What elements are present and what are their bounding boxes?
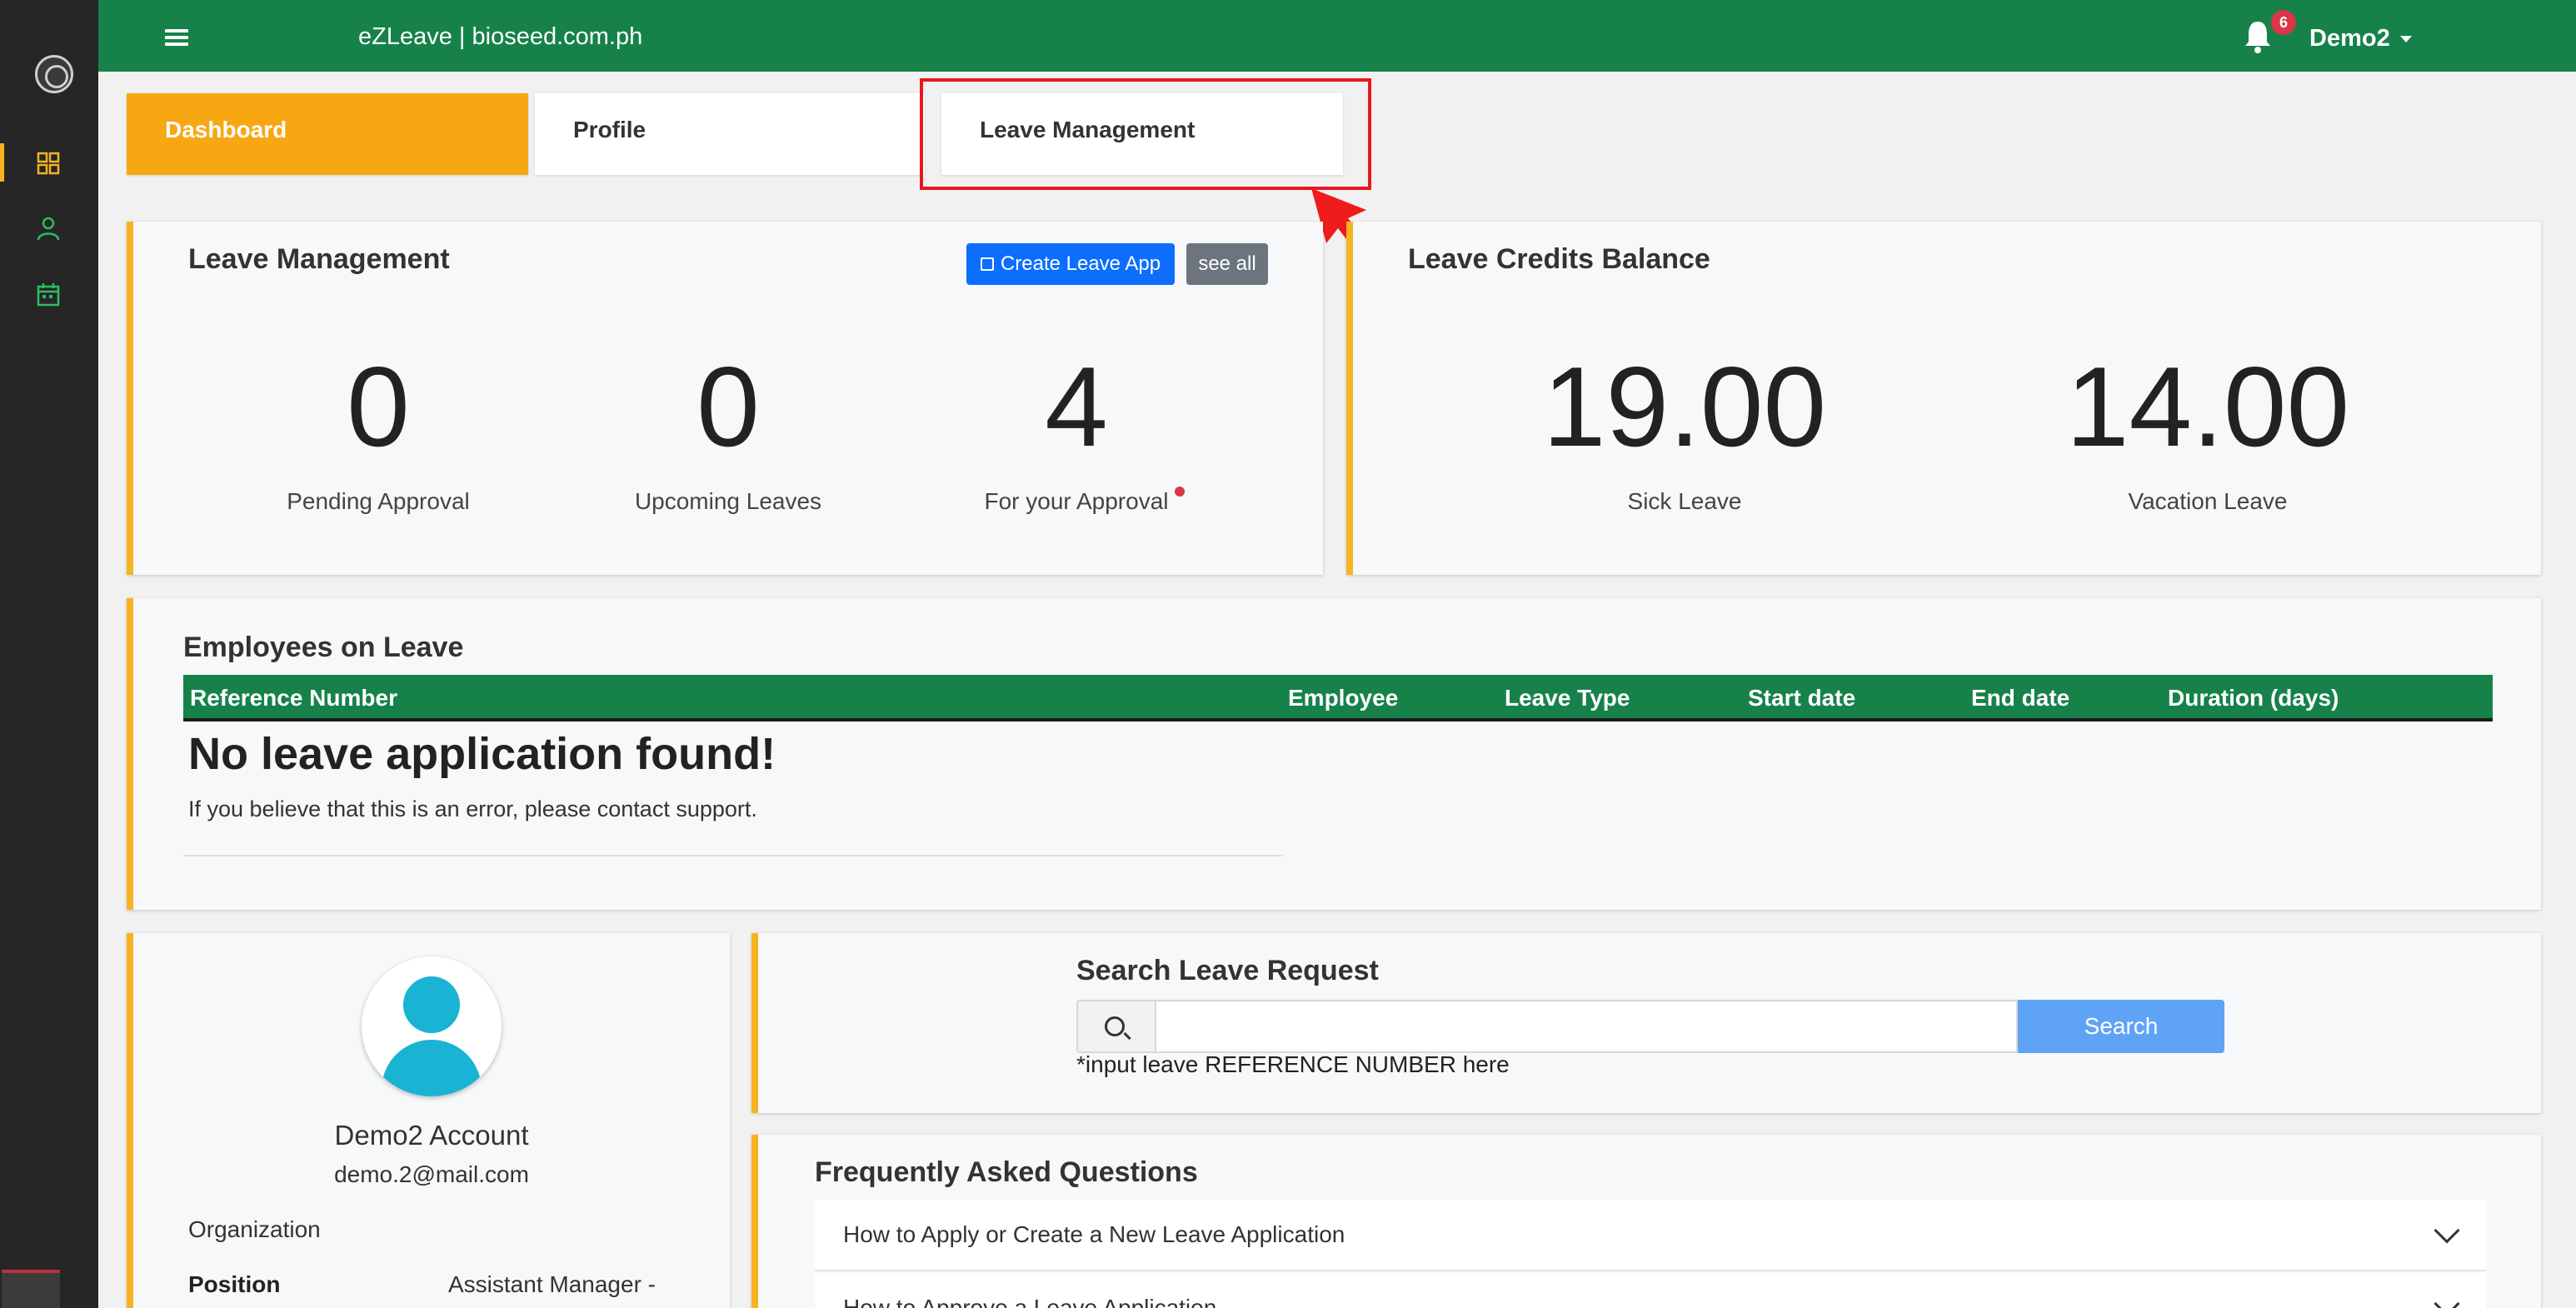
tab-dashboard[interactable]: Dashboard	[127, 93, 528, 175]
upcoming-leaves-label: Upcoming Leaves	[634, 488, 822, 514]
calendar-plus-icon	[980, 257, 994, 271]
table-header: Reference Number Employee Leave Type Sta…	[183, 675, 2493, 721]
for-your-approval-label[interactable]: For your Approval	[910, 488, 1243, 515]
magnifier-icon	[1076, 1000, 1155, 1053]
profile-name: Demo2 Account	[334, 1120, 529, 1151]
column-employee: Employee	[1288, 685, 1399, 711]
company-logo[interactable]	[35, 55, 73, 93]
column-duration: Duration (days)	[2168, 685, 2339, 711]
search-input[interactable]	[1155, 1000, 2018, 1053]
approval-alert-dot	[1175, 487, 1185, 497]
hamburger-icon[interactable]	[165, 29, 188, 46]
sick-leave-label: Sick Leave	[1627, 488, 1742, 514]
empty-state-title: No leave application found!	[188, 729, 776, 779]
pending-approval-label: Pending Approval	[287, 488, 470, 514]
vacation-leave-label: Vacation Leave	[2128, 488, 2288, 514]
top-navbar: eZLeave | bioseed.com.ph	[98, 0, 2576, 72]
search-title: Search Leave Request	[1076, 955, 1379, 986]
active-indicator	[0, 143, 4, 182]
faq-title: Frequently Asked Questions	[815, 1156, 1198, 1188]
user-name: Demo2	[2309, 25, 2390, 52]
chevron-down-icon	[2434, 1217, 2460, 1244]
search-group: Search	[1076, 1000, 2224, 1053]
calendar-icon[interactable]	[33, 280, 63, 310]
for-your-approval-count[interactable]: 4	[910, 350, 1243, 463]
pending-approval-count: 0	[347, 343, 410, 470]
leave-credits-title: Leave Credits Balance	[1408, 243, 1710, 275]
create-leave-app-button[interactable]: Create Leave App	[966, 243, 1175, 285]
faq-item[interactable]: How to Approve a Leave Application	[815, 1273, 2486, 1308]
app-title: eZLeave | bioseed.com.ph	[358, 23, 643, 50]
user-menu[interactable]: Demo2	[2309, 25, 2412, 52]
search-button[interactable]: Search	[2018, 1000, 2224, 1053]
position-label: Position	[188, 1271, 281, 1297]
left-sidebar	[0, 0, 98, 1308]
caret-down-icon	[2399, 36, 2412, 43]
framework-logo-icon	[2, 1270, 60, 1308]
bell-icon[interactable]	[2241, 18, 2274, 55]
organization-label: Organization	[188, 1216, 321, 1242]
empty-state-message: If you believe that this is an error, pl…	[188, 796, 757, 821]
faq-item[interactable]: How to Apply or Create a New Leave Appli…	[815, 1200, 2486, 1271]
employees-on-leave-title: Employees on Leave	[183, 632, 464, 663]
annotation-highlight-box	[920, 78, 1371, 190]
column-end-date: End date	[1971, 685, 2070, 711]
profile-email: demo.2@mail.com	[334, 1161, 529, 1187]
user-icon[interactable]	[33, 213, 63, 243]
upcoming-leaves-count: 0	[696, 343, 760, 470]
avatar	[362, 956, 502, 1096]
faq-question: How to Apply or Create a New Leave Appli…	[843, 1221, 1345, 1247]
sick-leave-balance: 19.00	[1542, 343, 1827, 470]
position-value: Assistant Manager -	[448, 1271, 656, 1297]
column-start-date: Start date	[1748, 685, 1856, 711]
create-leave-app-label: Create Leave App	[1000, 252, 1161, 275]
faq-question: How to Approve a Leave Application	[843, 1295, 1217, 1308]
column-reference-number: Reference Number	[190, 685, 397, 711]
leave-management-title: Leave Management	[188, 243, 450, 275]
dashboard-grid-icon[interactable]	[33, 148, 63, 178]
column-leave-type: Leave Type	[1505, 685, 1630, 711]
divider	[183, 855, 1283, 856]
vacation-leave-balance: 14.00	[2065, 343, 2350, 470]
search-hint: *input leave REFERENCE NUMBER here	[1076, 1051, 1510, 1077]
tab-profile[interactable]: Profile	[535, 93, 925, 175]
see-all-button[interactable]: see all	[1186, 243, 1268, 285]
notification-badge: 6	[2271, 10, 2296, 35]
chevron-down-icon	[2434, 1291, 2460, 1308]
